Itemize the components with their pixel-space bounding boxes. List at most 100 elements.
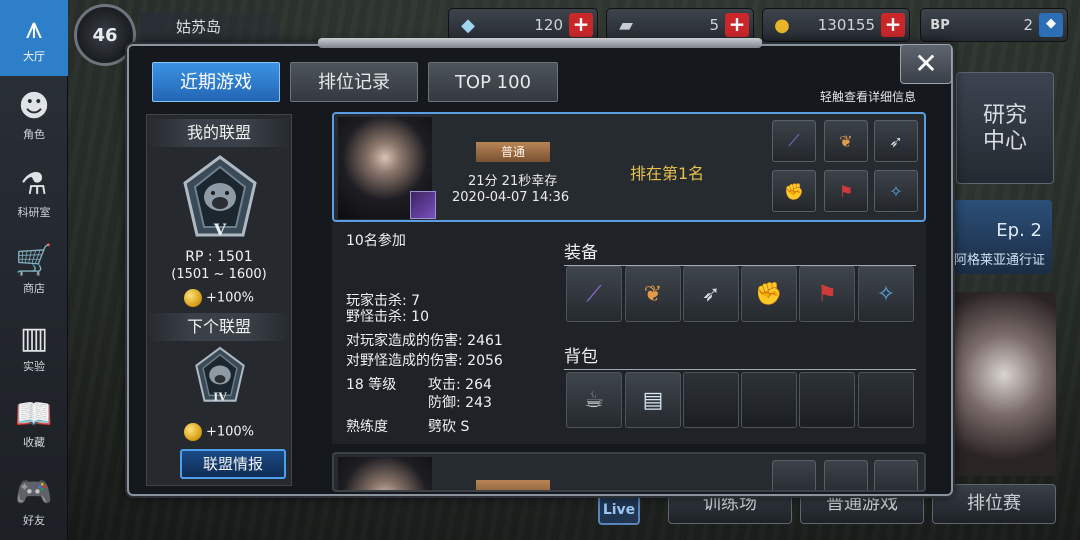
feather-icon: [874, 460, 918, 490]
books-icon: ▥: [19, 321, 49, 356]
nav-experiment[interactable]: ▥ 实验: [0, 310, 68, 386]
resource-coin: ● 130155 +: [762, 8, 910, 42]
tab-top-100[interactable]: TOP 100: [428, 62, 558, 102]
sword-icon: [772, 460, 816, 490]
boots-icon: ⚑: [824, 170, 868, 212]
gauntlet-icon[interactable]: ✊: [741, 266, 797, 322]
attack-stat: 攻击: 264: [428, 377, 492, 393]
nav-collection-label: 收藏: [23, 436, 45, 449]
current-tier-label: V: [213, 220, 227, 239]
player-level: 18 等级: [346, 377, 397, 393]
current-bonus-value: +100%: [205, 290, 255, 306]
nav-character-label: 角色: [23, 128, 45, 141]
modal-handle: [318, 38, 762, 48]
coin-icon: [183, 289, 202, 307]
match-card[interactable]: [332, 452, 926, 492]
wings-icon: ❦: [824, 120, 868, 162]
episode-number: Ep. 2: [996, 220, 1042, 241]
tab-ranked-record[interactable]: 排位记录: [290, 62, 418, 102]
nav-shop-label: 商店: [23, 282, 45, 295]
resource-crystal-value: 120: [534, 16, 563, 34]
add-crystal-button[interactable]: +: [569, 13, 593, 37]
tab-recent-games[interactable]: 近期游戏: [152, 62, 280, 102]
battle-pass-banner[interactable]: Ep. 2 阿格莱亚通行证: [952, 200, 1052, 274]
nav-friends-label: 好友: [23, 514, 45, 527]
player-damage: 对玩家造成的伤害: 2461: [346, 333, 503, 349]
proficiency-value: 劈砍 S: [428, 419, 470, 435]
defense-stat: 防御: 243: [428, 395, 492, 411]
game-mode-badge: 普通: [476, 142, 550, 162]
flask-icon: ⚗: [20, 167, 48, 202]
next-alliance-title: 下个联盟: [147, 313, 291, 341]
coin-icon: ●: [774, 14, 790, 36]
cart-icon: 🛒: [15, 243, 53, 278]
feather-icon: ➶: [874, 120, 918, 162]
alliance-emblem-current: V: [183, 155, 257, 239]
next-bonus: +100%: [147, 423, 291, 441]
nav-research[interactable]: ⚗ 科研室: [0, 156, 68, 232]
sword-icon: ⟋: [772, 120, 816, 162]
resource-coin-value: 130155: [817, 16, 875, 34]
alliance-emblem-next: IV: [195, 346, 245, 404]
game-mode-badge: [476, 480, 550, 490]
live-button[interactable]: Live: [598, 495, 640, 525]
gamepad-icon: 🎮: [15, 475, 53, 510]
accessory-icon: ✧: [874, 170, 918, 212]
match-date: 2020-04-07 14:36: [452, 190, 570, 205]
feather-icon[interactable]: ➶: [683, 266, 739, 322]
detail-hint: 轻触查看详细信息: [820, 90, 917, 104]
coin-icon: [183, 423, 202, 441]
character-icon: ☻: [18, 89, 50, 124]
bag-title: 背包: [564, 342, 916, 370]
alliance-panel: 我的联盟 V RP : 1501 (1501 ~ 1600) +100% 下个联…: [146, 114, 292, 486]
rp-value: RP : 1501: [185, 249, 253, 265]
add-coin-button[interactable]: +: [881, 13, 905, 37]
battle-pass-name: 阿格莱亚通行证: [954, 253, 1046, 268]
crystal-icon: ◆: [461, 14, 475, 36]
side-nav: ⩚ 大厅 ☻ 角色 ⚗ 科研室 🛒 商店 ▥ 实验 📖 收藏 🎮 好友: [0, 0, 68, 540]
bag-slot-empty[interactable]: [741, 372, 797, 428]
resource-card-value: 5: [709, 16, 719, 34]
player-avatar: [338, 117, 436, 219]
monster-damage: 对野怪造成的伤害: 2056: [346, 353, 503, 369]
teapot-icon[interactable]: ☕: [566, 372, 622, 428]
nav-shop[interactable]: 🛒 商店: [0, 232, 68, 308]
nav-collection[interactable]: 📖 收藏: [0, 386, 68, 462]
sword-icon[interactable]: ⟋: [566, 266, 622, 322]
bandage-icon[interactable]: ▤: [625, 372, 681, 428]
player-avatar: [338, 457, 432, 490]
nav-friends[interactable]: 🎮 好友: [0, 464, 68, 540]
bag-slot-empty[interactable]: [683, 372, 739, 428]
location-name: 姑苏岛: [140, 12, 280, 42]
close-button[interactable]: ✕: [900, 44, 952, 84]
card-icon: ▰: [619, 14, 633, 36]
research-center-tile[interactable]: 研究 中心: [956, 72, 1054, 184]
wings-icon[interactable]: ❦: [625, 266, 681, 322]
boots-icon[interactable]: ⚑: [799, 266, 855, 322]
equipment-title: 装备: [564, 238, 916, 266]
gauntlet-icon: ✊: [772, 170, 816, 212]
nav-lobby[interactable]: ⩚ 大厅: [0, 0, 68, 76]
bag-slot-empty[interactable]: [799, 372, 855, 428]
current-bonus: +100%: [147, 289, 291, 307]
character-portrait: [952, 292, 1056, 476]
add-card-button[interactable]: +: [725, 13, 749, 37]
rp-range: (1501 ~ 1600): [171, 267, 267, 282]
bag-slot-empty[interactable]: [858, 372, 914, 428]
bp-shop-button[interactable]: ◆: [1039, 13, 1063, 37]
book-icon: 📖: [15, 397, 53, 432]
resource-bp-value: 2: [1023, 16, 1033, 34]
bp-icon: BP: [930, 17, 950, 33]
my-alliance-title: 我的联盟: [147, 119, 291, 147]
lobby-icon: ⩚: [25, 11, 43, 46]
nav-experiment-label: 实验: [23, 360, 45, 373]
match-card[interactable]: 普通 21分 21秒幸存 2020-04-07 14:36 排在第1名 ⟋ ❦ …: [332, 112, 926, 222]
next-bonus-value: +100%: [205, 424, 255, 440]
monster-kills: 野怪击杀: 10: [346, 309, 429, 325]
alliance-info-button[interactable]: 联盟情报: [180, 449, 286, 479]
proficiency-label: 熟练度: [346, 419, 388, 435]
feather-icon: [824, 460, 868, 490]
nav-character[interactable]: ☻ 角色: [0, 78, 68, 154]
accessory-icon[interactable]: ✧: [858, 266, 914, 322]
survival-time: 21分 21秒幸存: [468, 174, 558, 189]
